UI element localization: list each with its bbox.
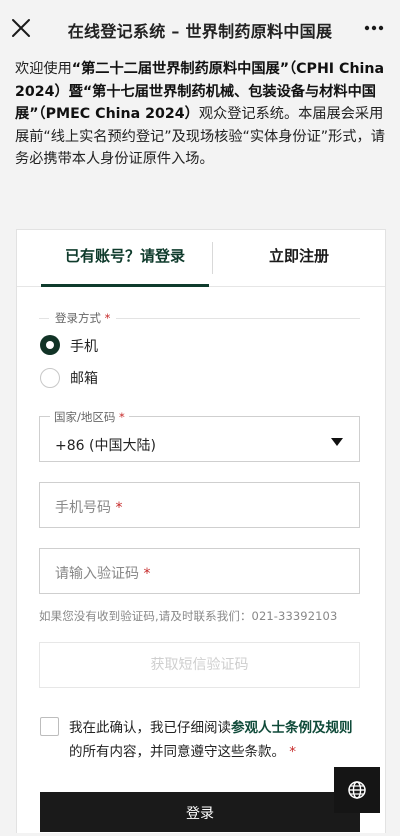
language-button[interactable] bbox=[334, 767, 380, 813]
fieldset-border-right bbox=[116, 318, 360, 319]
phone-placeholder-text: 手机号码 bbox=[55, 500, 111, 516]
consent-text-1: 我在此确认，我已仔细阅读 bbox=[69, 720, 231, 736]
caret-down-icon bbox=[331, 438, 343, 446]
phone-input[interactable]: 手机号码 * bbox=[39, 482, 360, 528]
auth-tabs: 已有账号？请登录 立即注册 bbox=[17, 230, 385, 287]
radio-email-label[interactable]: 邮箱 bbox=[70, 368, 98, 388]
radio-phone[interactable] bbox=[40, 335, 60, 355]
tab-login[interactable]: 已有账号？请登录 bbox=[41, 230, 209, 287]
code-placeholder: 请输入验证码 * bbox=[55, 563, 150, 583]
get-sms-code-button[interactable]: 获取短信验证码 bbox=[39, 642, 360, 688]
country-code-value: +86 (中国大陆) bbox=[55, 438, 156, 454]
login-method-label-text: 登录方式 bbox=[55, 311, 101, 325]
intro-text: 欢迎使用“第二十二届世界制药原料中国展”（CPHI China 2024）暨“第… bbox=[15, 58, 387, 171]
more-dots-icon[interactable] bbox=[364, 25, 384, 31]
radio-phone-label[interactable]: 手机 bbox=[70, 336, 98, 356]
code-placeholder-text: 请输入验证码 bbox=[55, 566, 139, 582]
required-mark: * bbox=[119, 410, 125, 424]
tab-register[interactable]: 立即注册 bbox=[213, 230, 385, 286]
intro-text-1: 欢迎使用 bbox=[15, 61, 72, 77]
country-code-label-text: 国家/地区码 bbox=[54, 410, 116, 424]
terms-link[interactable]: 参观人士条例及规则 bbox=[231, 720, 353, 736]
login-method-label: 登录方式 * bbox=[51, 310, 115, 326]
required-mark: * bbox=[289, 744, 297, 760]
country-code-select[interactable]: 国家/地区码 * +86 (中国大陆) bbox=[39, 409, 360, 462]
consent-text: 我在此确认，我已仔细阅读参观人士条例及规则的所有内容，并同意遵守这些条款。 * bbox=[69, 716, 359, 764]
verification-code-input[interactable]: 请输入验证码 * bbox=[39, 548, 360, 594]
consent-text-2: 的所有内容，并同意遵守这些条款。 bbox=[69, 744, 285, 760]
helper-text: 如果您没有收到验证码,请及时联系我们：021-33392103 bbox=[39, 609, 338, 623]
page-title: 在线登记系统 – 世界制药原料中国展 bbox=[67, 22, 333, 41]
required-mark: * bbox=[104, 311, 111, 325]
radio-email[interactable] bbox=[40, 368, 60, 388]
globe-icon bbox=[348, 781, 366, 799]
country-code-label: 国家/地区码 * bbox=[50, 409, 129, 425]
login-button[interactable]: 登录 bbox=[40, 792, 360, 832]
required-mark: * bbox=[115, 500, 123, 516]
required-mark: * bbox=[143, 566, 151, 582]
top-bar: 在线登记系统 – 世界制药原料中国展 bbox=[0, 0, 400, 56]
phone-placeholder: 手机号码 * bbox=[55, 497, 122, 517]
fieldset-border-left bbox=[39, 318, 49, 319]
consent-checkbox[interactable] bbox=[40, 717, 59, 736]
